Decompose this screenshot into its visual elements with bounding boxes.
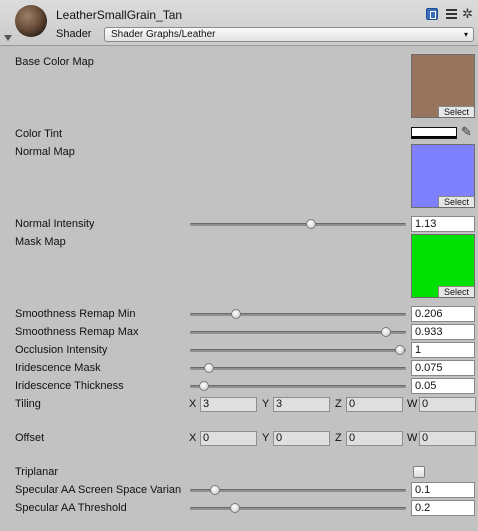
color-tint-label: Color Tint [15, 128, 63, 140]
axis-z-label: Z [335, 398, 342, 410]
slider-label: Specular AA Threshold [15, 502, 127, 514]
presets-sliders-icon[interactable] [446, 8, 458, 20]
iridescence-thickness-slider[interactable] [190, 381, 406, 391]
axis-w-label: W [407, 398, 418, 410]
base-color-map-label: Base Color Map [15, 56, 94, 68]
color-tint-swatch[interactable] [411, 127, 457, 139]
smoothness-remap-max-field[interactable]: 0.933 [411, 324, 475, 340]
axis-z-label: Z [335, 432, 342, 444]
slider-label: Normal Intensity [15, 218, 95, 230]
triplanar-checkbox[interactable] [413, 466, 425, 478]
occlusion-intensity-slider[interactable] [190, 345, 406, 355]
slider-label: Smoothness Remap Min [15, 308, 136, 320]
specular-aa-variance-slider[interactable] [190, 485, 406, 495]
axis-w-label: W [407, 432, 418, 444]
mask-map-slot[interactable]: Select [411, 234, 475, 298]
eyedropper-icon[interactable]: ✎ [461, 125, 472, 138]
iridescence-mask-field[interactable]: 0.075 [411, 360, 475, 376]
normal-intensity-field[interactable]: 1.13 [411, 216, 475, 232]
smoothness-remap-max-slider[interactable] [190, 327, 406, 337]
axis-x-label: X [189, 398, 197, 410]
slider-label: Iridescence Mask [15, 362, 101, 374]
select-button[interactable]: Select [438, 286, 474, 297]
iridescence-mask-slider[interactable] [190, 363, 406, 373]
axis-x-label: X [189, 432, 197, 444]
slider-thumb[interactable] [231, 309, 242, 319]
slider-thumb[interactable] [381, 327, 392, 337]
specular-aa-variance-field[interactable]: 0.1 [411, 482, 475, 498]
offset-w-field[interactable]: 0 [419, 431, 476, 446]
offset-label: Offset [15, 432, 45, 444]
slider-thumb[interactable] [199, 381, 210, 391]
axis-y-label: Y [262, 432, 270, 444]
base-color-map-slot[interactable]: Select [411, 54, 475, 118]
specular-aa-threshold-field[interactable]: 0.2 [411, 500, 475, 516]
slider-thumb[interactable] [306, 219, 317, 229]
normal-intensity-slider[interactable] [190, 219, 406, 229]
chevron-down-icon: ▾ [463, 30, 468, 39]
tiling-label: Tiling [15, 398, 41, 410]
foldout-arrow-icon[interactable] [4, 35, 12, 41]
slider-label: Specular AA Screen Space Varian [15, 484, 182, 496]
smoothness-remap-min-field[interactable]: 0.206 [411, 306, 475, 322]
specular-aa-threshold-slider[interactable] [190, 503, 406, 513]
slider-thumb[interactable] [230, 503, 241, 513]
slider-label: Occlusion Intensity [15, 344, 108, 356]
slider-thumb[interactable] [209, 485, 220, 495]
gear-icon[interactable]: ✲ [462, 7, 474, 20]
shader-dropdown[interactable]: Shader Graphs/Leather ▾ [104, 27, 474, 42]
offset-y-field[interactable]: 0 [273, 431, 330, 446]
tiling-w-field[interactable]: 0 [419, 397, 476, 412]
tiling-z-field[interactable]: 0 [346, 397, 403, 412]
slider-thumb[interactable] [395, 345, 405, 355]
help-book-icon[interactable] [426, 8, 438, 20]
slider-label: Iridescence Thickness [15, 380, 124, 392]
material-header: LeatherSmallGrain_Tan Shader Shader Grap… [0, 0, 478, 46]
material-preview-icon [15, 5, 47, 37]
shader-dropdown-value: Shader Graphs/Leather [111, 29, 216, 40]
triplanar-label: Triplanar [15, 466, 58, 478]
iridescence-thickness-field[interactable]: 0.05 [411, 378, 475, 394]
offset-z-field[interactable]: 0 [346, 431, 403, 446]
normal-map-slot[interactable]: Select [411, 144, 475, 208]
material-name: LeatherSmallGrain_Tan [56, 8, 183, 22]
tiling-y-field[interactable]: 3 [273, 397, 330, 412]
select-button[interactable]: Select [438, 106, 474, 117]
tiling-x-field[interactable]: 3 [200, 397, 257, 412]
offset-x-field[interactable]: 0 [200, 431, 257, 446]
select-button[interactable]: Select [438, 196, 474, 207]
slider-thumb[interactable] [204, 363, 215, 373]
mask-map-label: Mask Map [15, 236, 66, 248]
normal-map-label: Normal Map [15, 146, 75, 158]
slider-label: Smoothness Remap Max [15, 326, 139, 338]
shader-label: Shader [56, 28, 92, 40]
smoothness-remap-min-slider[interactable] [190, 309, 406, 319]
axis-y-label: Y [262, 398, 270, 410]
occlusion-intensity-field[interactable]: 1 [411, 342, 475, 358]
